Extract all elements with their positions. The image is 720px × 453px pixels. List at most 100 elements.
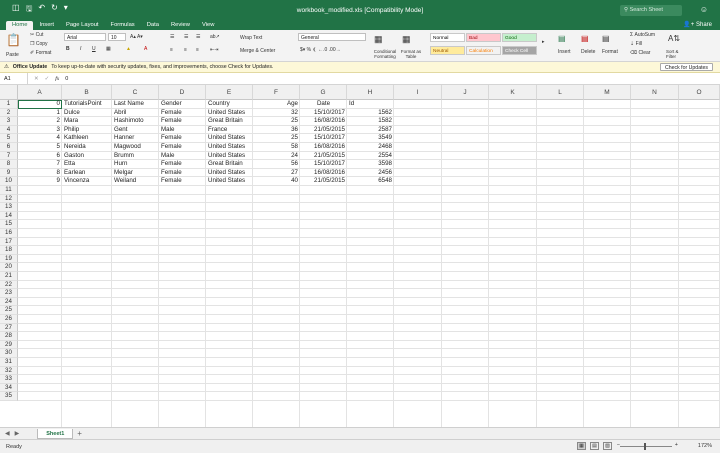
tab-review[interactable]: Review bbox=[165, 21, 196, 30]
font-color-icon[interactable]: A bbox=[144, 46, 147, 52]
page-layout-view-icon[interactable]: ▤ bbox=[590, 442, 599, 450]
redo-icon[interactable]: ↻ bbox=[51, 3, 58, 17]
cell[interactable]: 2 bbox=[18, 117, 62, 126]
cell[interactable]: 16/08/2016 bbox=[280, 143, 347, 152]
indent-icon[interactable]: ⇤⇥ bbox=[210, 47, 218, 53]
spreadsheet-grid[interactable]: A B C D E F G H I J K L M N O 1 2 3 4 5 6 7 8 9 10 11 12 13 14 15 16 17… bbox=[0, 85, 720, 427]
delete-cells-button[interactable]: Delete bbox=[581, 49, 595, 55]
cell[interactable]: United States bbox=[206, 143, 253, 152]
row-header[interactable]: 11 bbox=[0, 186, 18, 195]
cell[interactable]: 2456 bbox=[347, 169, 394, 178]
undo-icon[interactable]: ↶ bbox=[38, 3, 45, 17]
row-header[interactable]: 32 bbox=[0, 366, 18, 376]
font-name-select[interactable]: Arial bbox=[64, 33, 106, 41]
row-header[interactable]: 13 bbox=[0, 203, 18, 212]
clear-button[interactable]: ⌫ Clear bbox=[630, 50, 650, 56]
cell[interactable]: Vincenza bbox=[62, 177, 112, 186]
copy-button[interactable]: ❐ Copy bbox=[30, 41, 48, 47]
zoom-slider[interactable] bbox=[620, 446, 672, 447]
font-size-select[interactable]: 10 bbox=[108, 33, 126, 41]
conditional-formatting-icon[interactable]: ▦ bbox=[374, 34, 383, 45]
tab-formulas[interactable]: Formulas bbox=[105, 21, 141, 30]
cell[interactable]: Female bbox=[159, 109, 206, 118]
cell[interactable]: 16/08/2016 bbox=[280, 169, 347, 178]
row-header[interactable]: 4 bbox=[0, 125, 18, 135]
cell[interactable]: Dulce bbox=[62, 109, 112, 118]
cell[interactable]: Female bbox=[159, 177, 206, 186]
cell-style-good[interactable]: Good bbox=[502, 33, 537, 42]
row-header[interactable]: 17 bbox=[0, 237, 18, 247]
cell-style-normal[interactable]: Normal bbox=[430, 33, 465, 42]
sheet-tab[interactable]: Sheet1 bbox=[37, 428, 74, 439]
add-sheet-icon[interactable]: + bbox=[77, 429, 82, 438]
column-header-b[interactable]: B bbox=[62, 85, 112, 100]
column-header-e[interactable]: E bbox=[206, 85, 253, 100]
cell[interactable]: 7 bbox=[18, 160, 62, 169]
wrap-text-button[interactable]: Wrap Text bbox=[240, 35, 262, 41]
cell[interactable]: Country bbox=[206, 100, 253, 109]
cell[interactable]: 3549 bbox=[347, 134, 394, 143]
cell[interactable]: Abril bbox=[112, 109, 159, 118]
cell[interactable]: 9 bbox=[18, 177, 62, 186]
cell[interactable]: United States bbox=[206, 134, 253, 143]
row-header[interactable]: 19 bbox=[0, 254, 18, 264]
cell-style-neutral[interactable]: Neutral bbox=[430, 46, 465, 55]
cell[interactable]: Id bbox=[347, 100, 394, 109]
column-header-h[interactable]: H bbox=[347, 85, 394, 100]
cell[interactable]: Female bbox=[159, 143, 206, 152]
format-cells-button[interactable]: Format bbox=[602, 49, 618, 55]
increase-font-icon[interactable]: A▴ A▾ bbox=[130, 34, 143, 40]
cell[interactable]: 1562 bbox=[347, 109, 394, 118]
row-header[interactable]: 20 bbox=[0, 263, 18, 272]
tab-page-layout[interactable]: Page Layout bbox=[60, 21, 105, 30]
borders-icon[interactable]: ▦ bbox=[106, 46, 111, 52]
page-break-view-icon[interactable]: ▧ bbox=[603, 442, 612, 450]
format-as-table-icon[interactable]: ▦ bbox=[402, 34, 411, 45]
row-header[interactable]: 29 bbox=[0, 340, 18, 350]
cell[interactable]: 15/10/2017 bbox=[280, 160, 347, 169]
row-header[interactable]: 3 bbox=[0, 117, 18, 126]
cell[interactable]: Gaston bbox=[62, 152, 112, 161]
normal-view-icon[interactable]: ▦ bbox=[577, 442, 586, 450]
fill-color-icon[interactable]: ▲ bbox=[126, 46, 131, 52]
column-header-o[interactable]: O bbox=[679, 85, 720, 100]
zoom-slider-handle[interactable] bbox=[644, 443, 646, 450]
cell[interactable]: Female bbox=[159, 117, 206, 126]
cell[interactable]: 1582 bbox=[347, 117, 394, 126]
format-as-table-button[interactable]: Format as Table bbox=[398, 49, 424, 59]
row-header[interactable]: 15 bbox=[0, 220, 18, 229]
cell[interactable]: Female bbox=[159, 169, 206, 178]
cell[interactable]: 16/08/2016 bbox=[280, 117, 347, 126]
row-header[interactable]: 2 bbox=[0, 108, 18, 118]
cell[interactable]: 5 bbox=[18, 143, 62, 152]
row-header[interactable]: 30 bbox=[0, 349, 18, 358]
cell[interactable]: Etta bbox=[62, 160, 112, 169]
cell[interactable]: Great Britain bbox=[206, 160, 253, 169]
orientation-icon[interactable]: ab↗ bbox=[210, 34, 220, 40]
row-header[interactable]: 33 bbox=[0, 375, 18, 384]
save-icon[interactable]: 🖫 bbox=[26, 3, 33, 17]
align-bottom-icon[interactable]: ☰ bbox=[196, 34, 200, 40]
cell[interactable]: Gender bbox=[159, 100, 206, 109]
cell[interactable]: France bbox=[206, 126, 253, 135]
cell-style-bad[interactable]: Bad bbox=[466, 33, 501, 42]
row-header[interactable]: 22 bbox=[0, 280, 18, 290]
row-header[interactable]: 1 bbox=[0, 100, 18, 109]
delete-cells-icon[interactable]: ▤ bbox=[581, 34, 589, 43]
row-header[interactable]: 21 bbox=[0, 272, 18, 281]
cell[interactable]: Hanner bbox=[112, 134, 159, 143]
cell[interactable]: Brumm bbox=[112, 152, 159, 161]
row-header[interactable]: 16 bbox=[0, 229, 18, 238]
cell[interactable]: United States bbox=[206, 169, 253, 178]
cell[interactable]: Hurn bbox=[112, 160, 159, 169]
bold-button[interactable]: B bbox=[66, 46, 70, 52]
cell[interactable]: 3 bbox=[18, 126, 62, 135]
customize-toolbar-icon[interactable]: ▾ bbox=[64, 3, 68, 17]
cell[interactable]: Philip bbox=[62, 126, 112, 135]
cell[interactable]: Last Name bbox=[112, 100, 159, 109]
share-button[interactable]: 👤+ Share bbox=[683, 21, 712, 28]
name-box[interactable]: A1 bbox=[0, 72, 28, 85]
cell[interactable]: 2468 bbox=[347, 143, 394, 152]
row-header[interactable]: 25 bbox=[0, 306, 18, 315]
cell[interactable]: 21/05/2015 bbox=[280, 177, 347, 186]
